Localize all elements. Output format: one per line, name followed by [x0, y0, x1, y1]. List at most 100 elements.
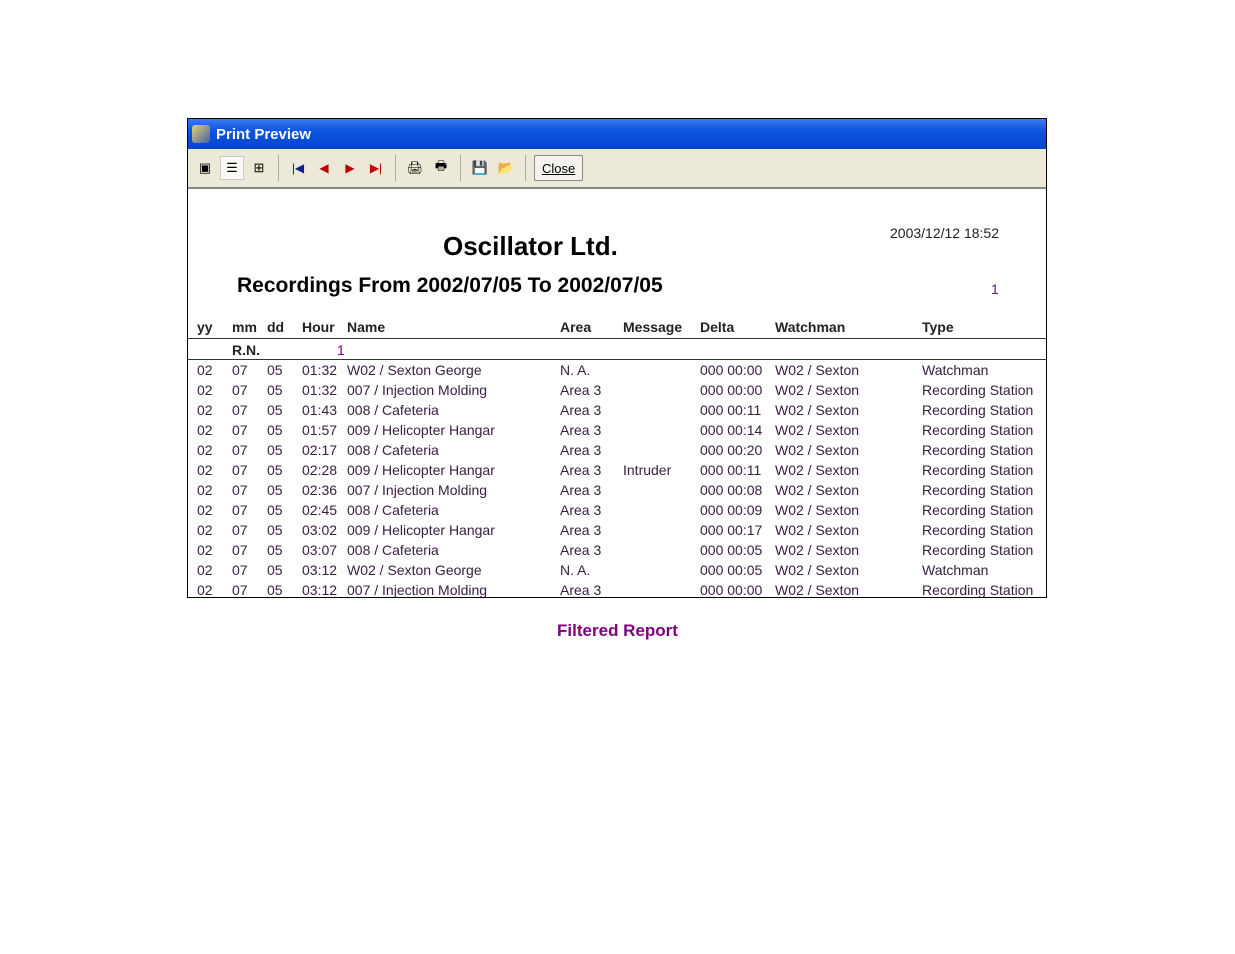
cell-area: Area 3 [560, 502, 602, 518]
cell-mm: 07 [232, 442, 248, 458]
multi-page-icon[interactable]: ☰ [220, 156, 244, 180]
cell-mm: 07 [232, 402, 248, 418]
cell-yy: 02 [197, 382, 213, 398]
header-delta: Delta [700, 319, 735, 335]
cell-delta: 000 00:14 [700, 422, 763, 438]
cell-mm: 07 [232, 382, 248, 398]
cell-yy: 02 [197, 582, 213, 598]
cell-type: Recording Station [922, 542, 1034, 558]
rn-label: R.N. [232, 342, 260, 358]
cell-area: Area 3 [560, 522, 602, 538]
cell-dd: 05 [267, 582, 283, 598]
print-date: 2003/12/12 18:52 [890, 225, 999, 241]
single-page-icon[interactable]: ▣ [194, 157, 216, 179]
header-yy: yy [197, 319, 213, 335]
cell-name: 007 / Injection Molding [347, 382, 488, 398]
cell-name: 008 / Cafeteria [347, 542, 439, 558]
cell-name: 008 / Cafeteria [347, 442, 439, 458]
cell-name: 007 / Injection Molding [347, 582, 488, 598]
cell-watchman: W02 / Sexton [775, 422, 860, 438]
cell-hour: 02:28 [302, 462, 338, 478]
header-mm: mm [232, 319, 257, 335]
cell-name: W02 / Sexton George [347, 562, 482, 578]
next-page-icon[interactable]: ▶ [339, 157, 361, 179]
save-icon[interactable]: 💾 [469, 157, 491, 179]
cell-watchman: W02 / Sexton [775, 482, 860, 498]
print-icon[interactable]: 🖶 [430, 157, 452, 179]
cell-mm: 07 [232, 482, 248, 498]
page-width-icon[interactable]: ⊞ [248, 157, 270, 179]
cell-yy: 02 [197, 402, 213, 418]
cell-yy: 02 [197, 502, 213, 518]
cell-hour: 01:57 [302, 422, 338, 438]
cell-area: Area 3 [560, 542, 602, 558]
cell-yy: 02 [197, 362, 213, 378]
cell-delta: 000 00:00 [700, 582, 763, 598]
header-dd: dd [267, 319, 285, 335]
company-name: Oscillator Ltd. [443, 231, 618, 261]
figure-caption: Filtered Report [557, 621, 678, 640]
close-button[interactable]: Close [534, 155, 584, 181]
cell-watchman: W02 / Sexton [775, 382, 860, 398]
print-setup-icon[interactable]: 🖨 [404, 157, 426, 179]
cell-dd: 05 [267, 462, 283, 478]
close-label: Close [542, 160, 576, 176]
cell-type: Recording Station [922, 582, 1034, 598]
cell-dd: 05 [267, 542, 283, 558]
cell-yy: 02 [197, 482, 213, 498]
cell-delta: 000 00:05 [700, 542, 763, 558]
cell-dd: 05 [267, 382, 283, 398]
cell-yy: 02 [197, 462, 213, 478]
cell-watchman: W02 / Sexton [775, 582, 860, 598]
cell-mm: 07 [232, 522, 248, 538]
toolbar: ▣ ☰ ⊞ |◀ ◀ ▶ ▶| 🖨 🖶 💾 📂 Close [188, 149, 1046, 189]
cell-type: Recording Station [922, 442, 1034, 458]
cell-name: 009 / Helicopter Hangar [347, 522, 495, 538]
report-subtitle: Recordings From 2002/07/05 To 2002/07/05 [237, 274, 663, 297]
cell-name: 009 / Helicopter Hangar [347, 422, 495, 438]
cell-name: 007 / Injection Molding [347, 482, 488, 498]
cell-dd: 05 [267, 402, 283, 418]
first-page-icon[interactable]: |◀ [287, 157, 309, 179]
cell-delta: 000 00:08 [700, 482, 763, 498]
cell-type: Recording Station [922, 462, 1034, 478]
cell-hour: 02:45 [302, 502, 338, 518]
cell-type: Recording Station [922, 522, 1034, 538]
cell-area: Area 3 [560, 382, 602, 398]
cell-hour: 03:12 [302, 562, 338, 578]
previous-page-icon[interactable]: ◀ [313, 157, 335, 179]
open-icon[interactable]: 📂 [495, 157, 517, 179]
cell-name: W02 / Sexton George [347, 362, 482, 378]
title-bar: Print Preview [188, 119, 1046, 149]
cell-hour: 01:32 [302, 362, 338, 378]
cell-type: Recording Station [922, 502, 1034, 518]
cell-yy: 02 [197, 562, 213, 578]
cell-delta: 000 00:11 [700, 402, 762, 418]
cell-type: Recording Station [922, 422, 1034, 438]
header-type: Type [922, 319, 954, 335]
cell-delta: 000 00:20 [700, 442, 763, 458]
cell-delta: 000 00:05 [700, 562, 763, 578]
cell-watchman: W02 / Sexton [775, 542, 860, 558]
cell-type: Recording Station [922, 402, 1034, 418]
cell-watchman: W02 / Sexton [775, 402, 860, 418]
cell-delta: 000 00:00 [700, 382, 763, 398]
cell-area: Area 3 [560, 482, 602, 498]
separator [460, 155, 461, 181]
cell-area: N. A. [560, 562, 591, 578]
last-page-icon[interactable]: ▶| [365, 157, 387, 179]
cell-dd: 05 [267, 562, 283, 578]
cell-hour: 03:02 [302, 522, 338, 538]
cell-yy: 02 [197, 442, 213, 458]
cell-area: Area 3 [560, 462, 602, 478]
cell-yy: 02 [197, 542, 213, 558]
cell-dd: 05 [267, 502, 283, 518]
header-name: Name [347, 319, 386, 335]
separator [525, 155, 526, 181]
separator [395, 155, 396, 181]
report-page: Oscillator Ltd. Recordings From 2002/07/… [188, 189, 1046, 598]
cell-delta: 000 00:00 [700, 362, 763, 378]
cell-name: 009 / Helicopter Hangar [347, 462, 495, 478]
cell-delta: 000 00:17 [700, 522, 763, 538]
header-watchman: Watchman [775, 319, 846, 335]
